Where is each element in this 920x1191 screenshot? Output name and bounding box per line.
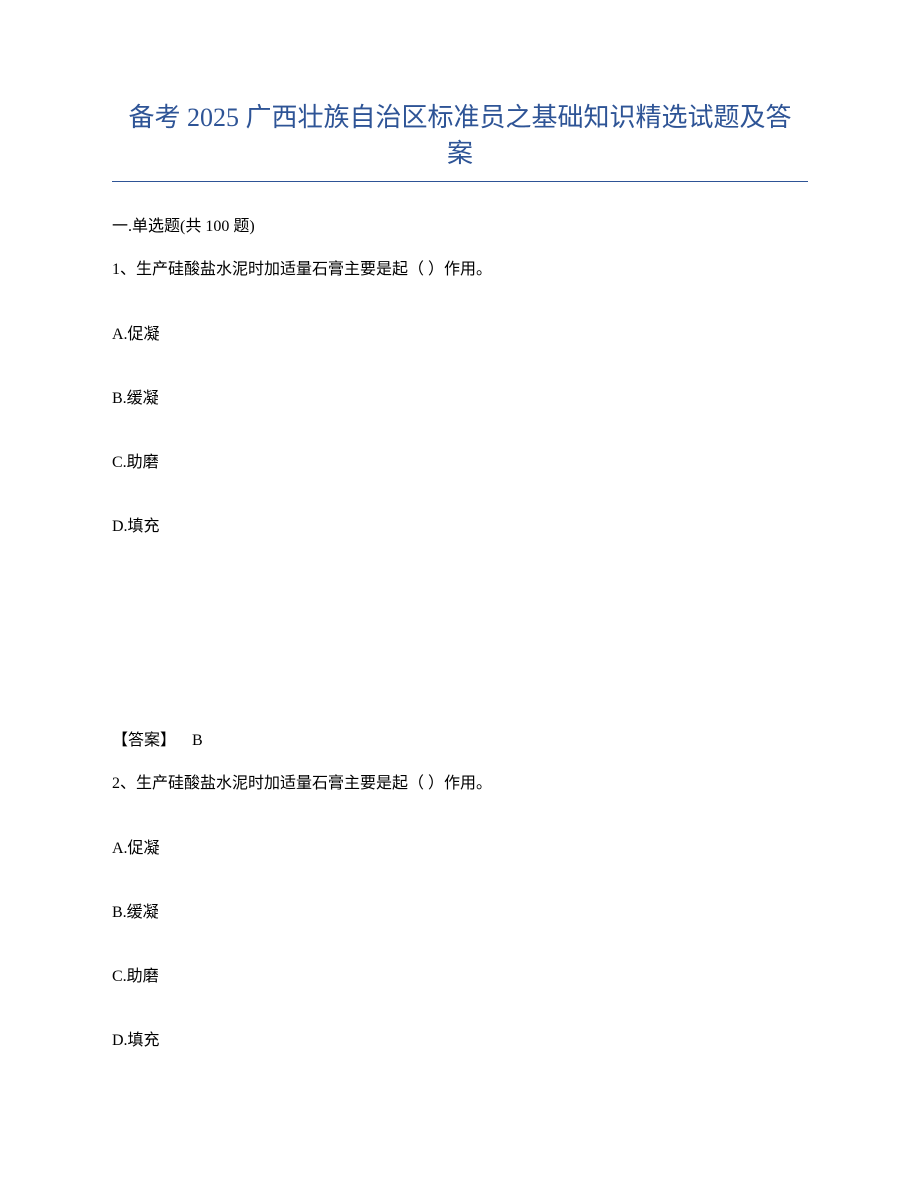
option-c: C.助磨 [112, 448, 808, 472]
title-underline [112, 181, 808, 182]
question-stem: 2、生产硅酸盐水泥时加适量石膏主要是起（ ）作用。 [112, 772, 808, 796]
document-title: 备考 2025 广西壮族自治区标准员之基础知识精选试题及答案 [112, 100, 808, 181]
option-b: B.缓凝 [112, 384, 808, 408]
answer-value: B [192, 732, 203, 749]
option-d: D.填充 [112, 1026, 808, 1050]
option-d: D.填充 [112, 512, 808, 536]
question-1: 1、生产硅酸盐水泥时加适量石膏主要是起（ ）作用。 A.促凝 B.缓凝 C.助磨… [112, 258, 808, 750]
option-a: A.促凝 [112, 834, 808, 858]
section-header: 一.单选题(共 100 题) [112, 212, 808, 236]
answer-label: 【答案】 [112, 732, 176, 749]
question-stem: 1、生产硅酸盐水泥时加适量石膏主要是起（ ）作用。 [112, 258, 808, 282]
answer-line: 【答案】 B [112, 726, 808, 750]
option-b: B.缓凝 [112, 898, 808, 922]
option-c: C.助磨 [112, 962, 808, 986]
question-2: 2、生产硅酸盐水泥时加适量石膏主要是起（ ）作用。 A.促凝 B.缓凝 C.助磨… [112, 772, 808, 1050]
option-a: A.促凝 [112, 320, 808, 344]
